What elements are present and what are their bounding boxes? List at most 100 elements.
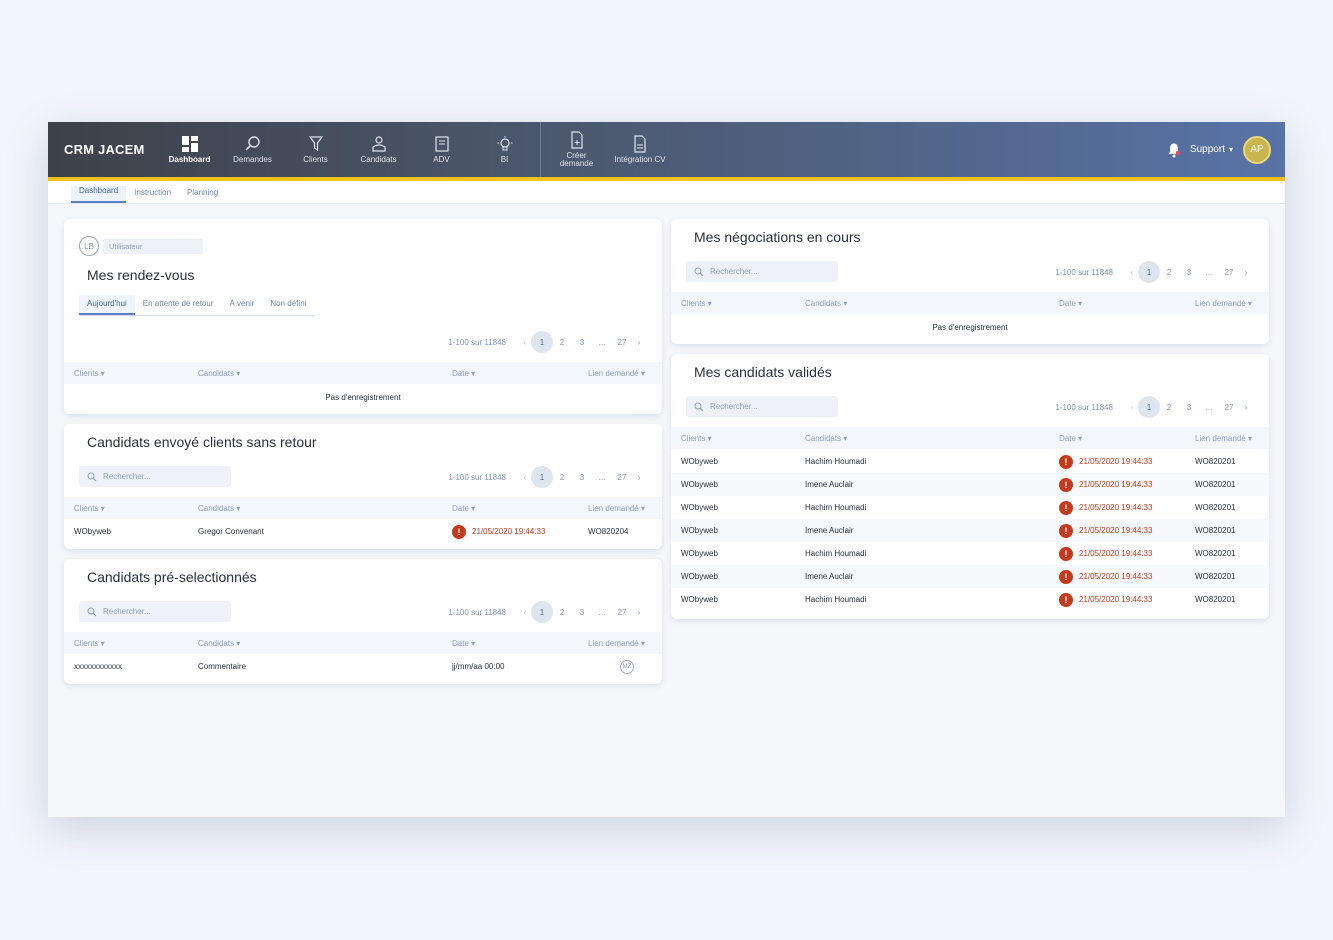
page-27[interactable]: 27	[1218, 261, 1240, 283]
page-2[interactable]: 2	[1158, 396, 1180, 418]
nav-creer-demande[interactable]: Créer demande	[545, 122, 608, 177]
col-date[interactable]: Date ▾	[452, 369, 475, 378]
page-27[interactable]: 27	[1218, 396, 1240, 418]
assignee-avatar[interactable]: MZ	[620, 659, 634, 674]
user-area: Support ▾ AP	[1166, 122, 1271, 177]
cell-lien[interactable]: WO820201	[1195, 480, 1235, 489]
page-1[interactable]: 1	[531, 601, 553, 623]
nav-dashboard[interactable]: Dashboard	[158, 122, 221, 177]
col-candidats[interactable]: Candidats ▾	[805, 434, 847, 443]
tab-en-attente[interactable]: En attente de retour	[135, 295, 222, 315]
table-row[interactable]: WObyweb Hachim Houmadi ! 21/05/2020 19:44…	[671, 450, 1269, 473]
avatar[interactable]: AP	[1243, 135, 1271, 164]
prev-page-button[interactable]: ‹	[1125, 403, 1139, 412]
page-1[interactable]: 1	[1138, 396, 1160, 418]
col-clients[interactable]: Clients ▾	[681, 434, 712, 443]
tab-a-venir[interactable]: À venir	[222, 295, 263, 315]
page-1[interactable]: 1	[1138, 261, 1160, 283]
pagination: 1-100 sur 11848 ‹ 1 2 3 ... 27 ›	[448, 331, 646, 353]
subtab-planning[interactable]: Planning	[179, 188, 226, 203]
prev-page-button[interactable]: ‹	[1125, 268, 1139, 277]
cell-lien[interactable]: WO820201	[1195, 595, 1235, 604]
page-27[interactable]: 27	[611, 466, 633, 488]
col-lien[interactable]: Lien demandé ▾	[588, 639, 645, 648]
new-document-icon	[570, 131, 583, 149]
page-1[interactable]: 1	[531, 466, 553, 488]
col-clients[interactable]: Clients ▾	[74, 639, 105, 648]
nav-divider	[540, 122, 541, 177]
next-page-button[interactable]: ›	[632, 338, 646, 347]
search-input[interactable]: Rechercher...	[686, 261, 838, 282]
prev-page-button[interactable]: ‹	[518, 338, 532, 347]
page-27[interactable]: 27	[611, 331, 633, 353]
cell-lien[interactable]: WO820201	[1195, 549, 1235, 558]
col-date[interactable]: Date ▾	[1059, 299, 1082, 308]
page-3[interactable]: 3	[1178, 261, 1200, 283]
nav-integration-cv[interactable]: Intégration CV	[608, 122, 672, 177]
nav-bi[interactable]: BI	[473, 122, 536, 177]
page-2[interactable]: 2	[1158, 261, 1180, 283]
table-row[interactable]: WObyweb Imene Auclair ! 21/05/2020 19:44:…	[671, 473, 1269, 496]
nav-candidats[interactable]: Candidats	[347, 122, 410, 177]
col-lien[interactable]: Lien demandé ▾	[1195, 299, 1252, 308]
alert-icon: !	[1059, 454, 1073, 469]
cell-lien[interactable]: WO820201	[1195, 572, 1235, 581]
col-date[interactable]: Date ▾	[452, 504, 475, 513]
next-page-button[interactable]: ›	[632, 608, 646, 617]
nav-adv[interactable]: ADV	[410, 122, 473, 177]
table-row[interactable]: WObyweb Hachim Houmadi ! 21/05/2020 19:44…	[671, 496, 1269, 519]
page-3[interactable]: 3	[571, 601, 593, 623]
col-lien[interactable]: Lien demandé ▾	[588, 504, 645, 513]
cell-lien[interactable]: WO820201	[1195, 503, 1235, 512]
page-27[interactable]: 27	[611, 601, 633, 623]
col-candidats[interactable]: Candidats ▾	[198, 504, 240, 513]
page-2[interactable]: 2	[551, 466, 573, 488]
col-candidats[interactable]: Candidats ▾	[805, 299, 847, 308]
col-lien[interactable]: Lien demandé ▾	[588, 369, 645, 378]
prev-page-button[interactable]: ‹	[518, 608, 532, 617]
page-3[interactable]: 3	[1178, 396, 1200, 418]
bell-icon[interactable]	[1166, 142, 1182, 158]
table-row[interactable]: WObyweb Gregor Convenant ! 21/05/2020 19:…	[64, 520, 662, 543]
user-filter[interactable]: LB Utilisateur	[79, 236, 203, 256]
page-2[interactable]: 2	[551, 601, 573, 623]
next-page-button[interactable]: ›	[632, 473, 646, 482]
page-2[interactable]: 2	[551, 331, 573, 353]
pagination: 1-100 sur 11848 ‹ 1 2 3 ... 27 ›	[1055, 396, 1253, 418]
search-input[interactable]: Rechercher...	[686, 396, 838, 417]
col-clients[interactable]: Clients ▾	[74, 504, 105, 513]
col-clients[interactable]: Clients ▾	[74, 369, 105, 378]
table-row[interactable]: WObyweb Imene Auclair ! 21/05/2020 19:44:…	[671, 565, 1269, 588]
table-row[interactable]: xxxxxxxxxxxx Commentaire jj/mm/aa 00:00 …	[64, 655, 662, 678]
subtab-instruction[interactable]: Instruction	[126, 188, 179, 203]
page-3[interactable]: 3	[571, 331, 593, 353]
next-page-button[interactable]: ›	[1239, 268, 1253, 277]
prev-page-button[interactable]: ‹	[518, 473, 532, 482]
tab-non-defini[interactable]: Non défini	[262, 295, 314, 315]
cell-lien[interactable]: WO820201	[1195, 457, 1235, 466]
cell-candidat: Hachim Houmadi	[805, 549, 867, 558]
page-1[interactable]: 1	[531, 331, 553, 353]
nav-demandes[interactable]: Demandes	[221, 122, 284, 177]
cell-date: ! 21/05/2020 19:44:33	[1059, 546, 1152, 561]
next-page-button[interactable]: ›	[1239, 403, 1253, 412]
col-clients[interactable]: Clients ▾	[681, 299, 712, 308]
col-lien[interactable]: Lien demandé ▾	[1195, 434, 1252, 443]
subtab-dashboard[interactable]: Dashboard	[71, 186, 127, 203]
table-row[interactable]: WObyweb Hachim Houmadi ! 21/05/2020 19:44…	[671, 588, 1269, 611]
nav-clients[interactable]: Clients	[284, 122, 347, 177]
search-input[interactable]: Rechercher...	[79, 466, 231, 487]
page-3[interactable]: 3	[571, 466, 593, 488]
cell-lien[interactable]: WO820204	[588, 527, 628, 536]
col-candidats[interactable]: Candidats ▾	[198, 639, 240, 648]
col-date[interactable]: Date ▾	[452, 639, 475, 648]
search-input[interactable]: Rechercher...	[79, 601, 231, 622]
col-date[interactable]: Date ▾	[1059, 434, 1082, 443]
table-row[interactable]: WObyweb Hachim Houmadi ! 21/05/2020 19:44…	[671, 542, 1269, 565]
user-menu-label[interactable]: Support	[1190, 144, 1225, 155]
table-row[interactable]: WObyweb Imene Auclair ! 21/05/2020 19:44:…	[671, 519, 1269, 542]
tab-aujourdhui[interactable]: Aujourd'hui	[79, 295, 135, 315]
col-candidats[interactable]: Candidats ▾	[198, 369, 240, 378]
cell-lien[interactable]: WO820201	[1195, 526, 1235, 535]
chevron-down-icon[interactable]: ▾	[1229, 145, 1233, 154]
